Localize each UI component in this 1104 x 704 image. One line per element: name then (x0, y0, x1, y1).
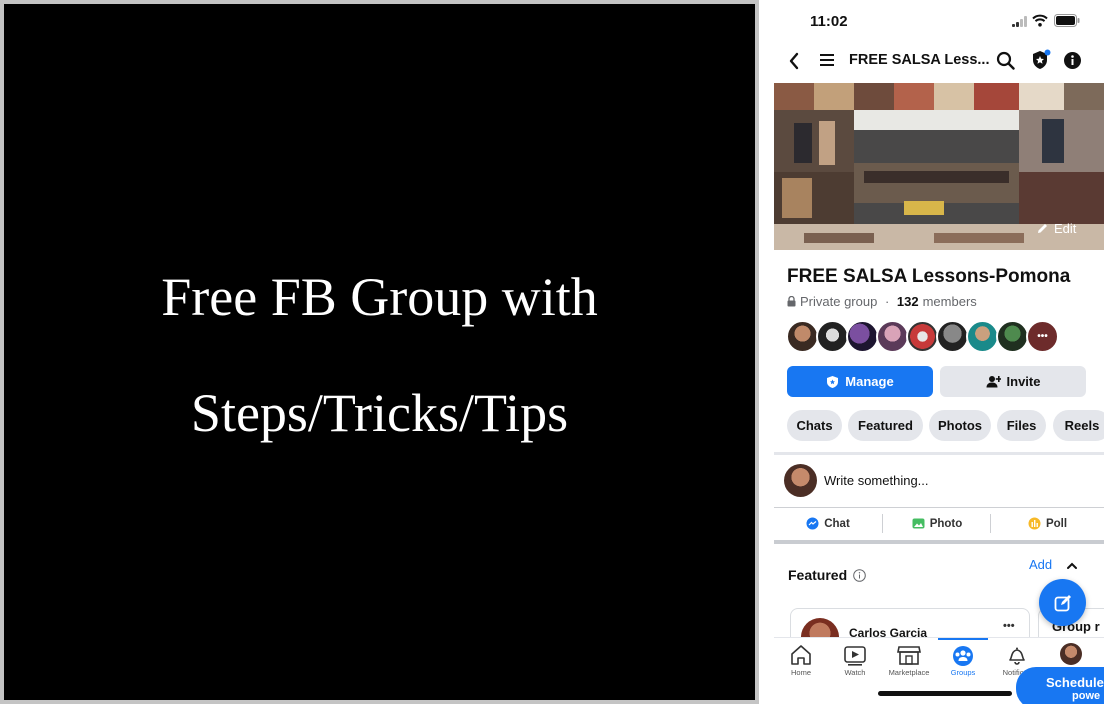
avatar (816, 320, 849, 353)
phone-screen: 11:02 FREE SALSA Less... Edit FREE SALSA… (774, 0, 1104, 704)
poll-action-button[interactable]: Poll (991, 508, 1104, 539)
add-person-icon (986, 376, 1001, 388)
member-count: 132 (896, 294, 919, 309)
bell-icon (1009, 647, 1025, 665)
info-icon[interactable] (1063, 51, 1082, 70)
tab-marketplace[interactable]: Marketplace (878, 642, 940, 677)
tab-watch-label: Watch (844, 668, 866, 677)
title-banner: Free FB Group with Steps/Tricks/Tips (0, 0, 759, 704)
signal-icon (1012, 16, 1028, 27)
invite-button[interactable]: Invite (940, 366, 1086, 397)
members-word: members (922, 294, 977, 309)
featured-heading: Featured (788, 567, 866, 583)
banner-line-2: Steps/Tricks/Tips (190, 383, 569, 443)
composer-input[interactable]: Write something... (824, 473, 929, 488)
group-name[interactable]: FREE SALSA Lessons-Pomona (787, 266, 1070, 288)
manage-label: Manage (845, 374, 894, 389)
lock-icon (787, 296, 796, 307)
compose-icon (1054, 594, 1071, 611)
avatar (846, 320, 879, 353)
marketplace-icon (897, 646, 921, 665)
tab-groups-label: Groups (950, 668, 976, 677)
composer[interactable]: Write something... (774, 455, 1104, 507)
chevron-up-icon[interactable] (1066, 561, 1078, 571)
messenger-icon (806, 517, 819, 530)
tab-photos[interactable]: Photos (929, 410, 991, 441)
cover-photo[interactable]: Edit (774, 83, 1104, 250)
poll-icon (1028, 517, 1041, 530)
post-more-button[interactable]: ••• (1003, 620, 1015, 632)
photo-icon (912, 518, 925, 529)
user-avatar (784, 464, 817, 497)
invite-label: Invite (1006, 374, 1041, 389)
nav-title: FREE SALSA Less... (849, 52, 990, 68)
tab-files[interactable]: Files (997, 410, 1046, 441)
schedule-widget[interactable]: Schedule powe (1016, 667, 1104, 704)
avatar (786, 320, 819, 353)
home-indicator (878, 691, 1012, 696)
privacy-label: Private group (800, 294, 878, 309)
tab-reels[interactable]: Reels (1053, 410, 1104, 441)
menu-icon[interactable] (819, 53, 835, 67)
tab-marketplace-label: Marketplace (888, 668, 930, 677)
back-icon[interactable] (788, 52, 800, 70)
featured-title: Featured (788, 567, 848, 583)
avatar (906, 320, 939, 353)
more-members-avatar[interactable]: ••• (1026, 320, 1059, 353)
active-tab-indicator (938, 638, 988, 640)
avatar (876, 320, 909, 353)
banner-line-1: Free FB Group with (161, 267, 598, 327)
avatar (996, 320, 1029, 353)
battery-icon (1054, 14, 1080, 27)
tab-watch[interactable]: Watch (824, 642, 886, 677)
tab-chats[interactable]: Chats (787, 410, 842, 441)
status-time: 11:02 (810, 13, 848, 30)
shield-star-icon[interactable] (1029, 49, 1051, 71)
meta-separator: · (881, 294, 893, 309)
avatar (936, 320, 969, 353)
watch-icon (844, 646, 866, 666)
group-meta[interactable]: Private group · 132 members (787, 294, 977, 309)
avatar (966, 320, 999, 353)
add-featured-link[interactable]: Add (1029, 557, 1052, 572)
manage-button[interactable]: Manage (787, 366, 933, 397)
search-icon[interactable] (996, 51, 1015, 70)
profile-avatar[interactable] (1060, 643, 1082, 665)
photo-action-button[interactable]: Photo (883, 508, 991, 539)
info-outline-icon[interactable] (853, 568, 866, 582)
divider (774, 540, 1104, 544)
tab-groups[interactable]: Groups (932, 642, 994, 677)
shield-icon (827, 375, 839, 388)
groups-icon (953, 646, 973, 666)
schedule-label: Schedule (1046, 675, 1104, 690)
edit-cover-button[interactable]: Edit (1036, 221, 1076, 236)
schedule-sub: powe (1072, 690, 1101, 702)
edit-label: Edit (1054, 221, 1077, 236)
tab-featured[interactable]: Featured (848, 410, 923, 441)
photo-label: Photo (929, 517, 963, 530)
wifi-icon (1032, 14, 1048, 27)
pencil-icon (1038, 224, 1047, 233)
chat-label: Chat (824, 517, 850, 530)
chat-action-button[interactable]: Chat (774, 508, 882, 539)
poll-label: Poll (1045, 517, 1068, 530)
compose-button[interactable] (1039, 579, 1086, 626)
